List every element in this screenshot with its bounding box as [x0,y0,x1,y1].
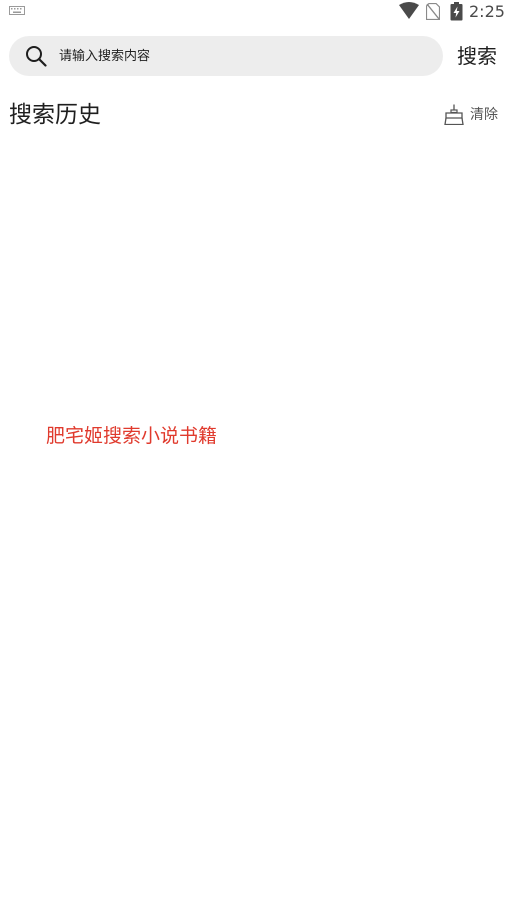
no-sim-icon [426,3,440,20]
broom-icon [444,104,464,125]
search-history-title: 搜索历史 [9,102,101,128]
search-hint-text: 肥宅姬搜索小说书籍 [46,425,218,447]
status-time: 2:25 [469,2,505,21]
search-input[interactable] [59,36,429,76]
battery-charging-icon [450,2,463,21]
search-bar[interactable] [9,36,443,76]
status-bar: 2:25 [0,0,507,24]
search-button[interactable]: 搜索 [457,41,503,71]
wifi-icon [399,2,419,19]
keyboard-icon [9,6,25,15]
search-icon[interactable] [25,45,47,67]
clear-history-label: 清除 [470,107,498,123]
